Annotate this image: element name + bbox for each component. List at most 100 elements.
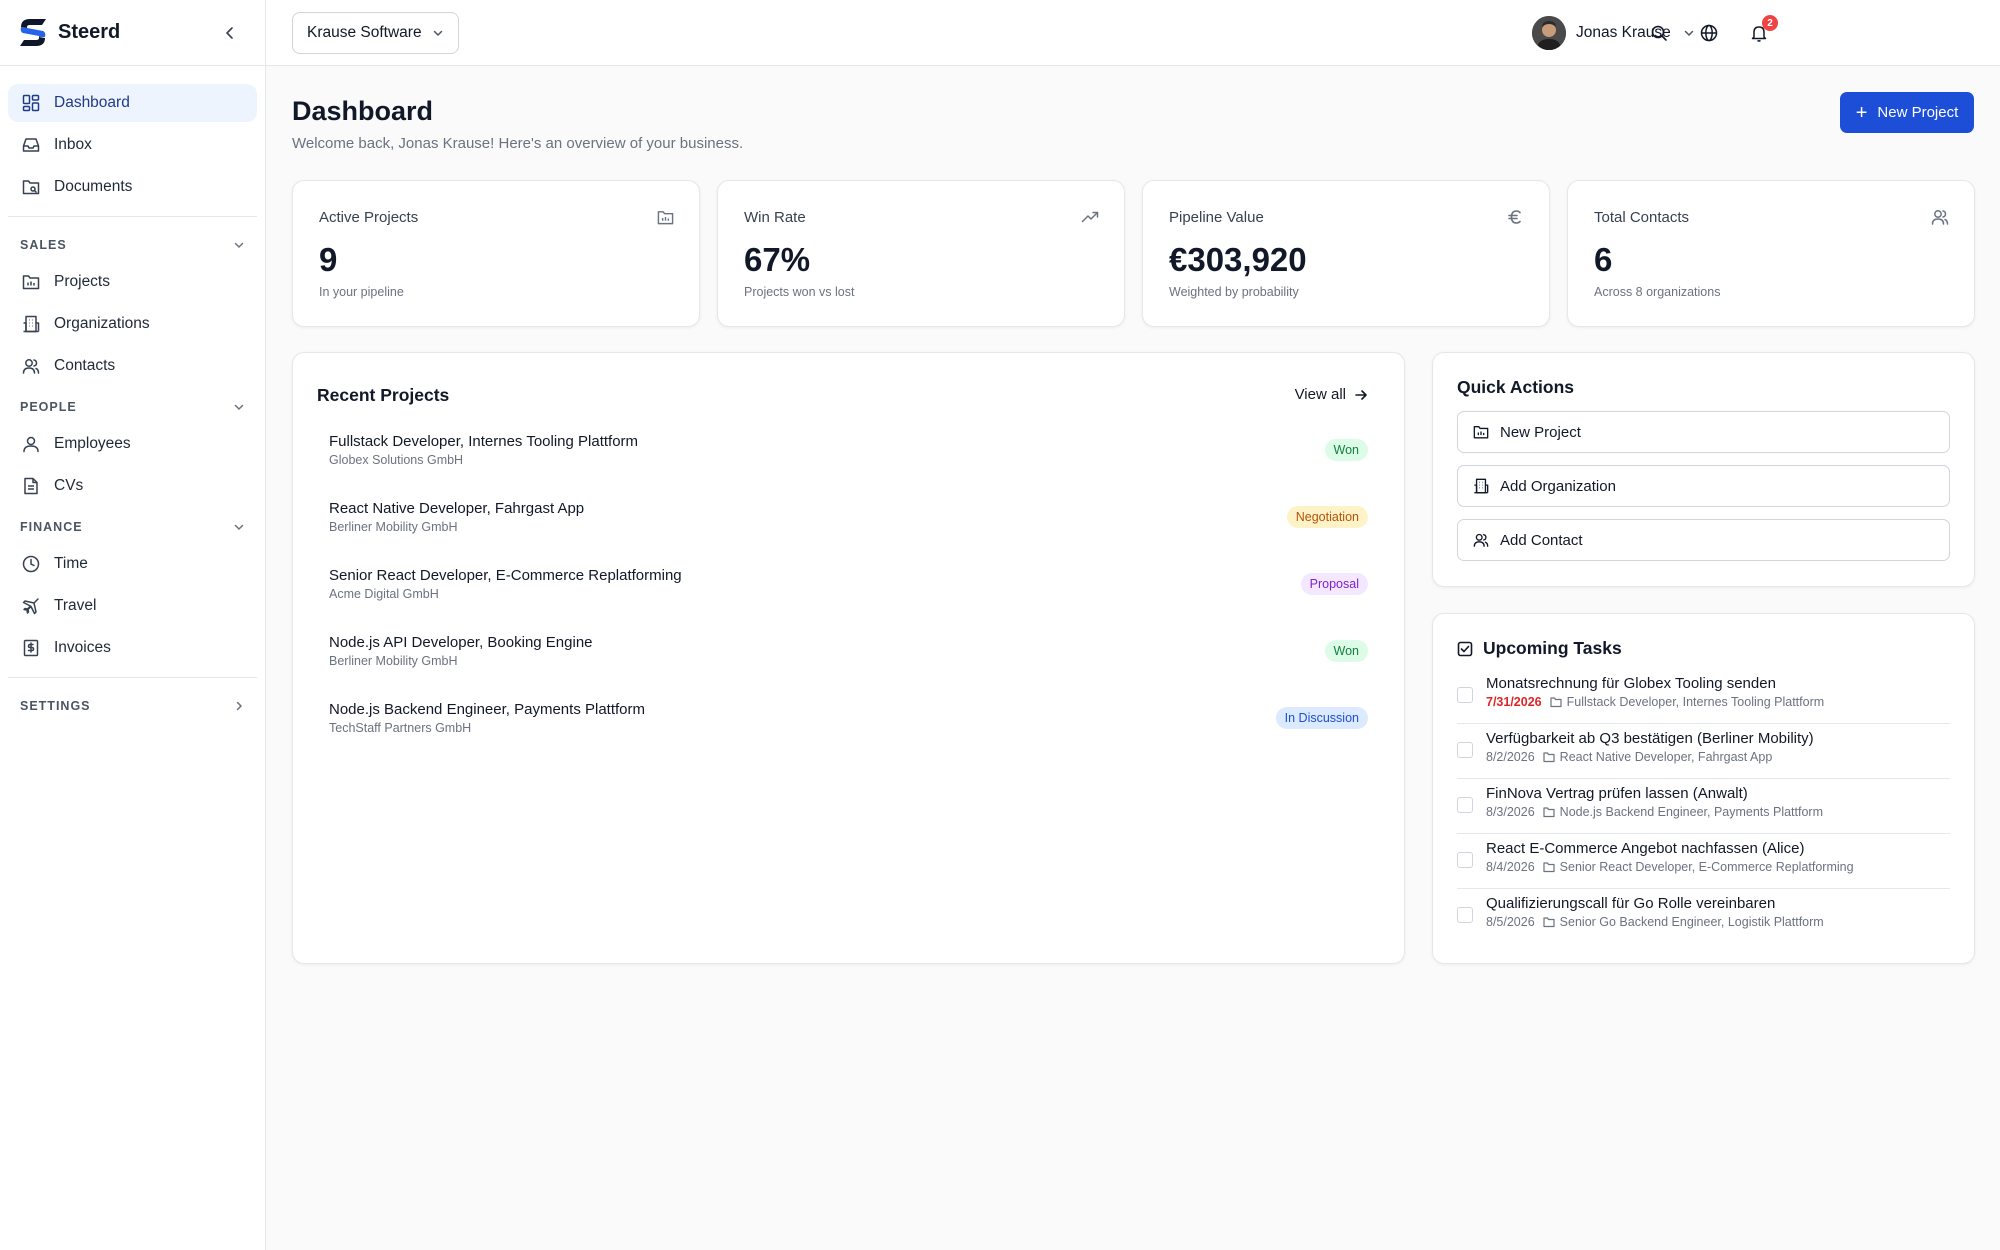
- sidebar-item-time[interactable]: Time: [8, 545, 257, 583]
- task-due-date: 8/4/2026: [1486, 860, 1535, 874]
- section-title: SETTINGS: [20, 699, 91, 713]
- stat-card-total-contacts: Total Contacts 6 Across 8 organizations: [1567, 180, 1975, 327]
- sidebar-item-label: Projects: [54, 273, 110, 290]
- sidebar-item-label: Invoices: [54, 639, 111, 656]
- task-meta: 8/3/2026 Node.js Backend Engineer, Payme…: [1486, 805, 1823, 819]
- dashboard-icon: [20, 92, 42, 114]
- collapse-sidebar-button[interactable]: [219, 22, 241, 44]
- section-header-sales[interactable]: SALES: [8, 227, 257, 263]
- quick-action-add-contact[interactable]: Add Contact: [1457, 519, 1950, 561]
- sidebar-item-organizations[interactable]: Organizations: [8, 305, 257, 343]
- task-checkbox[interactable]: [1457, 907, 1473, 923]
- organization-selector[interactable]: Krause Software: [292, 12, 459, 54]
- folder-icon: [1543, 751, 1555, 763]
- organization-selector-value: Krause Software: [307, 24, 422, 41]
- quick-action-add-organization[interactable]: Add Organization: [1457, 465, 1950, 507]
- folder-icon: [1543, 806, 1555, 818]
- sidebar-item-employees[interactable]: Employees: [8, 425, 257, 463]
- project-name: Fullstack Developer, Internes Tooling Pl…: [329, 433, 639, 450]
- task-checkbox[interactable]: [1457, 852, 1473, 868]
- task-title[interactable]: Verfügbarkeit ab Q3 bestätigen (Berliner…: [1486, 730, 1814, 747]
- sidebar-item-cvs[interactable]: CVs: [8, 467, 257, 505]
- stat-label: Total Contacts: [1594, 209, 1690, 226]
- building-icon: [1472, 477, 1490, 495]
- quick-action-label: Add Contact: [1500, 531, 1583, 549]
- quick-action-label: New Project: [1500, 423, 1581, 441]
- task-project[interactable]: Node.js Backend Engineer, Payments Platt…: [1560, 805, 1823, 819]
- task-row: Qualifizierungscall für Go Rolle vereinb…: [1457, 889, 1950, 944]
- notifications-button[interactable]: 2: [1746, 15, 1778, 46]
- stat-caption: Projects won vs lost: [744, 285, 855, 299]
- stat-label: Pipeline Value: [1169, 209, 1264, 226]
- section-header-finance[interactable]: FINANCE: [8, 509, 257, 545]
- invoice-icon: [20, 637, 42, 659]
- section-header-settings[interactable]: SETTINGS: [8, 688, 257, 724]
- stat-caption: Weighted by probability: [1169, 285, 1299, 299]
- section-header-people[interactable]: PEOPLE: [8, 389, 257, 425]
- task-meta: 8/2/2026 React Native Developer, Fahrgas…: [1486, 750, 1772, 764]
- sidebar-item-projects[interactable]: Projects: [8, 263, 257, 301]
- status-badge: Proposal: [1300, 573, 1368, 595]
- project-name: Node.js Backend Engineer, Payments Platt…: [329, 701, 645, 718]
- sidebar: Steerd Dashboard Inbox Documents SALES P…: [0, 0, 266, 1250]
- user-menu[interactable]: Jonas Krause: [1532, 14, 1695, 52]
- project-row[interactable]: Node.js API Developer, Booking Engine Be…: [329, 634, 1368, 684]
- avatar: [1532, 16, 1566, 50]
- view-all-link[interactable]: View all: [1295, 386, 1368, 403]
- users-icon: [1930, 207, 1950, 227]
- trending-up-icon: [1080, 207, 1100, 227]
- divider: [8, 677, 257, 678]
- sidebar-item-documents[interactable]: Documents: [8, 168, 257, 206]
- task-meta: 7/31/2026 Fullstack Developer, Internes …: [1486, 695, 1824, 709]
- inbox-icon: [20, 134, 42, 156]
- task-title[interactable]: FinNova Vertrag prüfen lassen (Anwalt): [1486, 785, 1748, 802]
- sidebar-item-dashboard[interactable]: Dashboard: [8, 84, 257, 122]
- user-name: Jonas Krause: [1576, 24, 1671, 41]
- checkbox-square-icon: [1457, 641, 1473, 657]
- status-badge: In Discussion: [1275, 707, 1368, 729]
- sidebar-item-contacts[interactable]: Contacts: [8, 347, 257, 385]
- sidebar-item-label: Contacts: [54, 357, 116, 374]
- task-project[interactable]: Senior React Developer, E-Commerce Repla…: [1560, 860, 1854, 874]
- new-project-button[interactable]: + New Project: [1840, 92, 1974, 133]
- task-meta: 8/5/2026 Senior Go Backend Engineer, Log…: [1486, 915, 1824, 929]
- task-title[interactable]: Qualifizierungscall für Go Rolle vereinb…: [1486, 895, 1775, 912]
- project-row[interactable]: Node.js Backend Engineer, Payments Platt…: [329, 701, 1368, 751]
- task-checkbox[interactable]: [1457, 797, 1473, 813]
- task-title[interactable]: React E-Commerce Angebot nachfassen (Ali…: [1486, 840, 1804, 857]
- task-title[interactable]: Monatsrechnung für Globex Tooling senden: [1486, 675, 1776, 692]
- chevron-down-icon: [234, 404, 244, 411]
- stat-card-active-projects: Active Projects 9 In your pipeline: [292, 180, 700, 327]
- stat-caption: In your pipeline: [319, 285, 404, 299]
- quick-actions-card: Quick Actions New Project Add Organizati…: [1432, 352, 1975, 587]
- sidebar-item-label: Dashboard: [54, 94, 130, 111]
- stat-card-pipeline-value: Pipeline Value €303,920 Weighted by prob…: [1142, 180, 1550, 327]
- project-row[interactable]: React Native Developer, Fahrgast App Ber…: [329, 500, 1368, 550]
- app-name: Steerd: [58, 21, 121, 43]
- task-project[interactable]: Senior Go Backend Engineer, Logistik Pla…: [1560, 915, 1824, 929]
- status-badge: Won: [1324, 439, 1368, 461]
- card-title: Quick Actions: [1457, 377, 1575, 397]
- globe-icon[interactable]: [1696, 20, 1722, 46]
- quick-action-label: Add Organization: [1500, 477, 1616, 495]
- quick-action-new-project[interactable]: New Project: [1457, 411, 1950, 453]
- plus-icon: +: [1855, 101, 1868, 124]
- task-checkbox[interactable]: [1457, 742, 1473, 758]
- steerd-logo-icon[interactable]: [16, 16, 50, 50]
- sidebar-item-inbox[interactable]: Inbox: [8, 126, 257, 164]
- notification-count-badge: 2: [1762, 15, 1778, 31]
- task-checkbox[interactable]: [1457, 687, 1473, 703]
- task-project[interactable]: Fullstack Developer, Internes Tooling Pl…: [1567, 695, 1825, 709]
- project-row[interactable]: Fullstack Developer, Internes Tooling Pl…: [329, 433, 1368, 483]
- project-name: React Native Developer, Fahrgast App: [329, 500, 585, 517]
- stat-label: Active Projects: [319, 209, 419, 226]
- section-title: FINANCE: [20, 520, 83, 534]
- sidebar-item-invoices[interactable]: Invoices: [8, 629, 257, 667]
- sidebar-item-label: CVs: [54, 477, 84, 494]
- task-project[interactable]: React Native Developer, Fahrgast App: [1560, 750, 1773, 764]
- sidebar-item-travel[interactable]: Travel: [8, 587, 257, 625]
- cvs-icon: [20, 475, 42, 497]
- project-row[interactable]: Senior React Developer, E-Commerce Repla…: [329, 567, 1368, 617]
- task-row: Verfügbarkeit ab Q3 bestätigen (Berliner…: [1457, 724, 1950, 779]
- project-organization: Berliner Mobility GmbH: [329, 654, 458, 668]
